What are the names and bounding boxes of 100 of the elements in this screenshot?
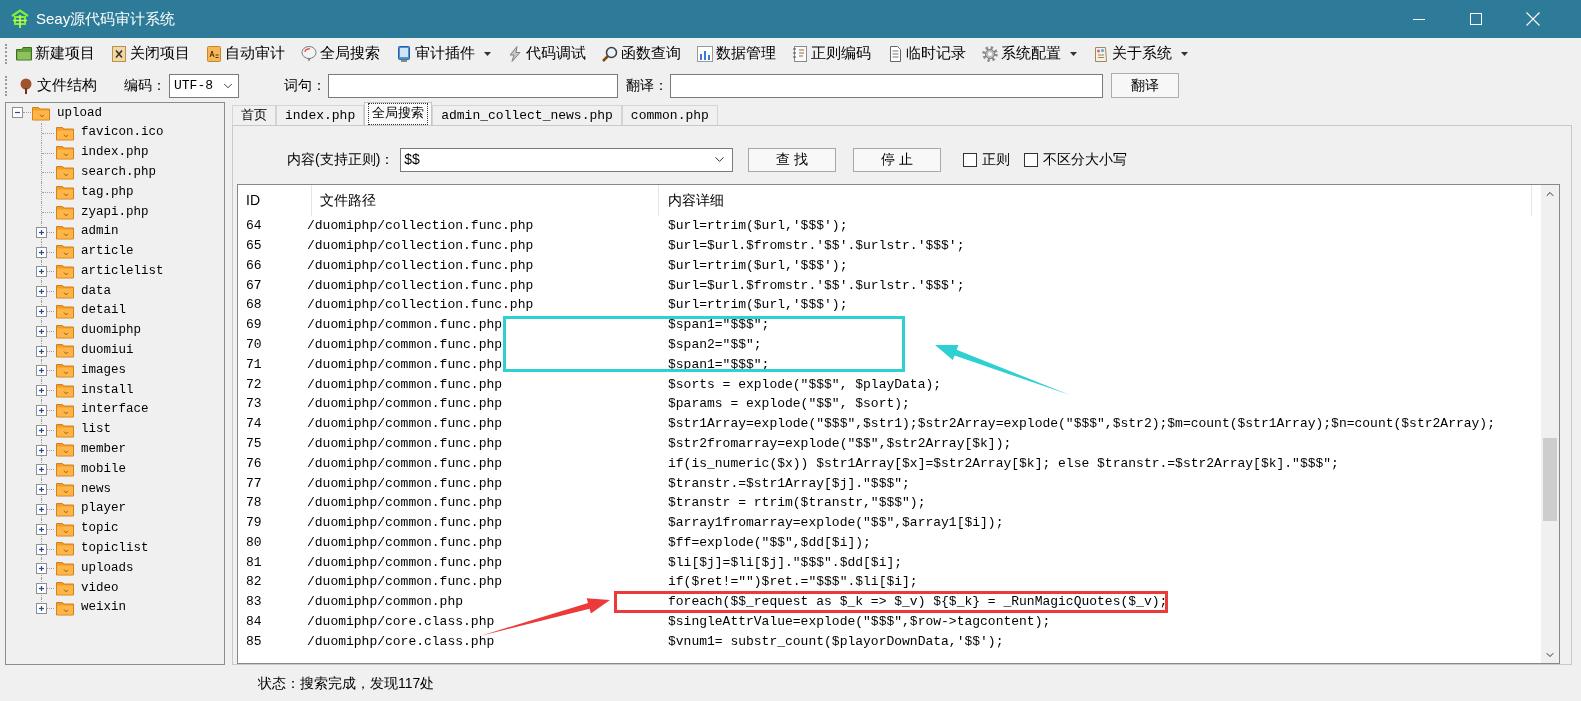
notebook-icon [792,45,808,62]
scrollbar-thumb[interactable] [1543,438,1557,521]
expand-icon[interactable] [36,345,47,357]
toolbar-button[interactable]: 系统配置 [974,40,1085,67]
checkbox-label[interactable]: 正则 [982,149,1011,170]
collapse-icon[interactable] [12,107,23,119]
expand-icon[interactable] [36,602,47,614]
tree-item[interactable]: images [81,360,126,380]
expand-icon[interactable] [36,365,47,377]
stop-button[interactable]: 停 止 [853,147,942,172]
toolbar-button[interactable]: 关闭项目 [103,40,198,67]
expand-icon[interactable] [36,583,47,595]
expand-icon[interactable] [36,484,47,496]
tree-item[interactable]: news [81,479,111,499]
tree-item[interactable]: data [81,281,111,301]
find-button[interactable]: 查 找 [748,147,837,172]
checkbox[interactable] [963,152,978,167]
toolbar-button[interactable]: 代码调试 [499,40,594,67]
tree-item[interactable]: favicon.ico [81,123,164,143]
encoding-dropdown[interactable]: UTF-8 [169,73,239,98]
expand-icon[interactable] [36,464,47,476]
expand-icon[interactable] [36,325,47,337]
tab[interactable]: common.php [621,105,718,125]
file-structure-button[interactable]: 文件结构 [12,72,103,99]
tab[interactable]: 首页 [232,105,276,125]
table-cell-text: 67 [245,276,263,295]
expand-icon[interactable] [36,266,47,278]
tree-item[interactable]: tag.php [81,182,134,202]
toolbar-button[interactable]: 自动审计 [198,40,293,67]
expand-icon[interactable] [36,563,47,575]
toolbar-button[interactable]: 函数查询 [594,40,689,67]
column-header[interactable]: ID [238,185,312,216]
tree-item[interactable]: player [81,499,126,519]
column-header[interactable]: 内容详细 [659,185,1532,216]
column-header[interactable]: 文件路径 [312,185,659,216]
tab[interactable]: 全局搜索 [364,102,433,125]
folder-icon [56,322,74,339]
tree-item[interactable]: list [81,420,111,439]
toolbar-button[interactable]: 审计插件 [388,40,499,67]
tree-item[interactable]: uploads [81,558,134,578]
expand-icon[interactable] [36,543,47,555]
tree-item[interactable]: upload [57,103,102,123]
status-text: 状态：搜索完成，发现117处 [258,673,435,693]
expand-icon[interactable] [36,246,47,258]
toolbar-button[interactable]: 临时记录 [879,40,974,67]
expand-icon[interactable] [36,286,47,298]
tree-item[interactable]: install [81,380,134,400]
folder-icon [56,401,74,418]
tree-item[interactable]: index.php [81,143,149,162]
expand-icon[interactable] [36,503,47,515]
table-cell-text: /duomiphp/common.func.php [307,573,504,592]
tree-item[interactable]: admin [81,222,119,242]
toolbar-button[interactable]: 关于系统 [1085,40,1196,67]
tree-item[interactable]: topiclist [81,539,149,558]
tree-item[interactable]: member [81,440,126,459]
tree-item[interactable]: topic [81,519,119,538]
phrase-input[interactable] [328,73,618,98]
expand-icon[interactable] [36,444,47,456]
tree-icon [18,77,34,94]
tree-item[interactable]: search.php [81,162,156,182]
expand-icon[interactable] [36,523,47,535]
tree-item[interactable]: interface [81,400,149,420]
checkbox[interactable] [1024,152,1039,167]
scrollbar[interactable] [1541,185,1559,663]
tree-item[interactable]: duomiphp [81,321,141,341]
expand-icon[interactable] [36,404,47,416]
search-combobox[interactable]: $$ [400,147,734,172]
expand-icon[interactable] [36,226,47,238]
tree-item[interactable]: mobile [81,459,126,479]
table-cell-text: 73 [245,395,263,414]
toolbar-button[interactable]: 新建项目 [8,40,103,67]
table-cell-text: 66 [245,256,263,275]
table-cell-text: $singleAttrValue=explode("$$$",$row->tagcontent); [667,613,1051,632]
table-cell-text: 64 [245,217,263,236]
folder-icon [56,362,74,379]
toolbar-button[interactable]: 数据管理 [689,40,784,67]
tree-item[interactable]: articlelist [81,261,164,281]
folder-icon [56,144,74,161]
table-cell-text: $url=$url.$fromstr.'$$'.$urlstr.'$$$'; [667,276,965,295]
toolbar-button[interactable]: 正则编码 [784,40,879,67]
tree-item[interactable]: article [81,242,134,261]
expand-icon[interactable] [36,385,47,397]
tree-item[interactable]: video [81,578,119,598]
toolbar-button[interactable]: 全局搜索 [293,40,388,67]
table-cell-text: /duomiphp/collection.func.php [307,256,535,275]
translate-button[interactable]: 翻译 [1111,73,1179,98]
tree-item[interactable]: weixin [81,598,126,618]
translation-input[interactable] [670,73,1103,98]
table-cell-text: /duomiphp/common.func.php [307,355,504,374]
expand-icon[interactable] [36,305,47,317]
tab[interactable]: admin_collect_news.php [432,105,622,125]
table-cell-text: /duomiphp/common.func.php [307,553,504,572]
document-icon [887,45,903,62]
tree-item[interactable]: detail [81,301,126,321]
tab[interactable]: index.php [276,105,365,125]
checkbox-label[interactable]: 不区分大小写 [1043,149,1128,170]
tree-item[interactable]: zyapi.php [81,202,149,222]
search-label: 内容(支持正则)： [287,150,395,169]
tree-item[interactable]: duomiui [81,341,134,360]
expand-icon[interactable] [36,424,47,436]
